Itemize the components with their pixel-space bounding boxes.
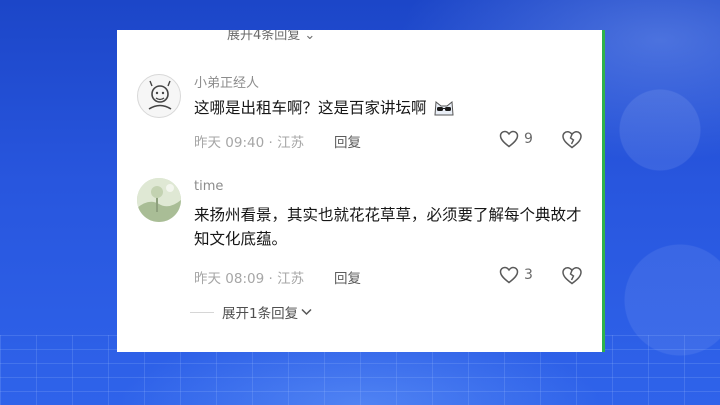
comment-location: 江苏 xyxy=(277,271,305,287)
reply-button[interactable]: 回复 xyxy=(334,131,361,151)
dislike-button[interactable] xyxy=(561,266,583,289)
comment-username[interactable]: 小弟正经人 xyxy=(194,72,259,91)
chevron-down-icon: ⌄ xyxy=(304,30,316,43)
doodle-avatar-icon xyxy=(148,80,172,110)
expand-replies-top-label: 展开4条回复 xyxy=(227,30,301,43)
comment-text: 这哪是出租车啊？这是百家讲坛啊 xyxy=(194,96,594,120)
comment-meta: 昨天 09:40 · 江苏 xyxy=(194,131,304,151)
expand-replies-row: 展开1条回复 xyxy=(190,302,312,322)
divider-line xyxy=(190,311,214,313)
like-button[interactable]: 3 xyxy=(499,266,533,284)
like-count: 9 xyxy=(524,131,533,147)
panel-edge-accent xyxy=(602,30,605,352)
cat-sunglasses-emoji-icon xyxy=(434,101,454,116)
heart-icon xyxy=(499,266,519,284)
meta-separator: · xyxy=(268,271,278,287)
meta-separator: · xyxy=(268,135,278,151)
heart-icon xyxy=(499,130,519,148)
dislike-button[interactable] xyxy=(561,130,583,153)
reply-button[interactable]: 回复 xyxy=(334,267,361,287)
like-count: 3 xyxy=(524,267,533,283)
broken-heart-icon xyxy=(562,267,582,285)
comment-text-content: 这哪是出租车啊？这是百家讲坛啊 xyxy=(194,99,427,117)
chevron-down-icon xyxy=(301,308,312,316)
comment-text: 来扬州看景，其实也就花花草草，必须要了解每个典故才知文化底蕴。 xyxy=(194,206,582,248)
comment-meta: 昨天 08:09 · 江苏 xyxy=(194,267,304,287)
landscape-photo-avatar-icon xyxy=(137,178,181,222)
avatar[interactable] xyxy=(137,178,181,222)
expand-replies-top[interactable]: 展开4条回复 ⌄ xyxy=(227,30,316,43)
comment-username[interactable]: time xyxy=(194,179,223,194)
comment-time: 昨天 09:40 xyxy=(194,135,265,151)
like-button[interactable]: 9 xyxy=(499,130,533,148)
expand-replies-label: 展开1条回复 xyxy=(222,306,299,322)
comment-location: 江苏 xyxy=(277,135,305,151)
comment-time: 昨天 08:09 xyxy=(194,271,265,287)
broken-heart-icon xyxy=(562,131,582,149)
expand-replies-button[interactable]: 展开1条回复 xyxy=(222,302,312,322)
comment-panel: 展开4条回复 ⌄ 小弟正经人 这哪是出租车啊？这是百家讲坛啊 昨天 09:40 … xyxy=(117,30,603,352)
avatar[interactable] xyxy=(137,74,181,118)
